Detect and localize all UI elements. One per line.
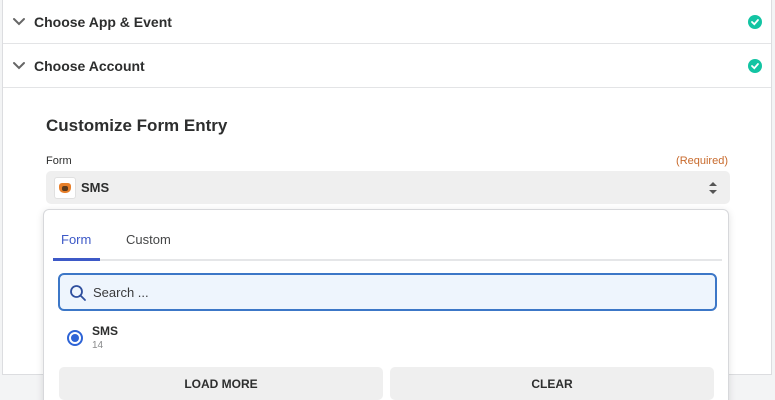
form-dropdown: Form Custom SMS 14 LOAD MORE CLEAR xyxy=(43,209,729,400)
list-item[interactable]: SMS 14 xyxy=(64,323,364,355)
load-more-button[interactable]: LOAD MORE xyxy=(59,367,383,400)
selected-form-value: SMS xyxy=(81,180,110,195)
app-logo-icon xyxy=(54,177,76,199)
option-count: 14 xyxy=(92,340,104,351)
clear-button[interactable]: CLEAR xyxy=(390,367,714,400)
tab-divider xyxy=(53,259,722,261)
radio-button[interactable] xyxy=(67,330,83,346)
step-choose-app-event[interactable]: Choose App & Event xyxy=(3,0,771,44)
required-indicator: (Required) xyxy=(676,155,728,167)
form-field-label: Form xyxy=(46,155,72,167)
search-icon xyxy=(70,285,86,301)
form-select[interactable]: SMS xyxy=(46,171,730,204)
chevron-down-icon xyxy=(13,62,25,70)
step-title: Choose Account xyxy=(34,58,145,74)
chevron-down-icon xyxy=(13,18,25,26)
sort-arrows-icon xyxy=(709,182,717,194)
section-title: Customize Form Entry xyxy=(46,116,228,135)
tab-custom[interactable]: Custom xyxy=(126,232,171,247)
option-label: SMS xyxy=(92,324,119,338)
check-circle-icon xyxy=(748,59,762,73)
step-title: Choose App & Event xyxy=(34,14,172,30)
search-input[interactable] xyxy=(93,283,693,301)
active-tab-indicator xyxy=(53,258,100,261)
check-circle-icon xyxy=(748,15,762,29)
search-box[interactable] xyxy=(58,273,717,311)
tab-form[interactable]: Form xyxy=(61,232,91,247)
step-choose-account[interactable]: Choose Account xyxy=(3,44,771,88)
